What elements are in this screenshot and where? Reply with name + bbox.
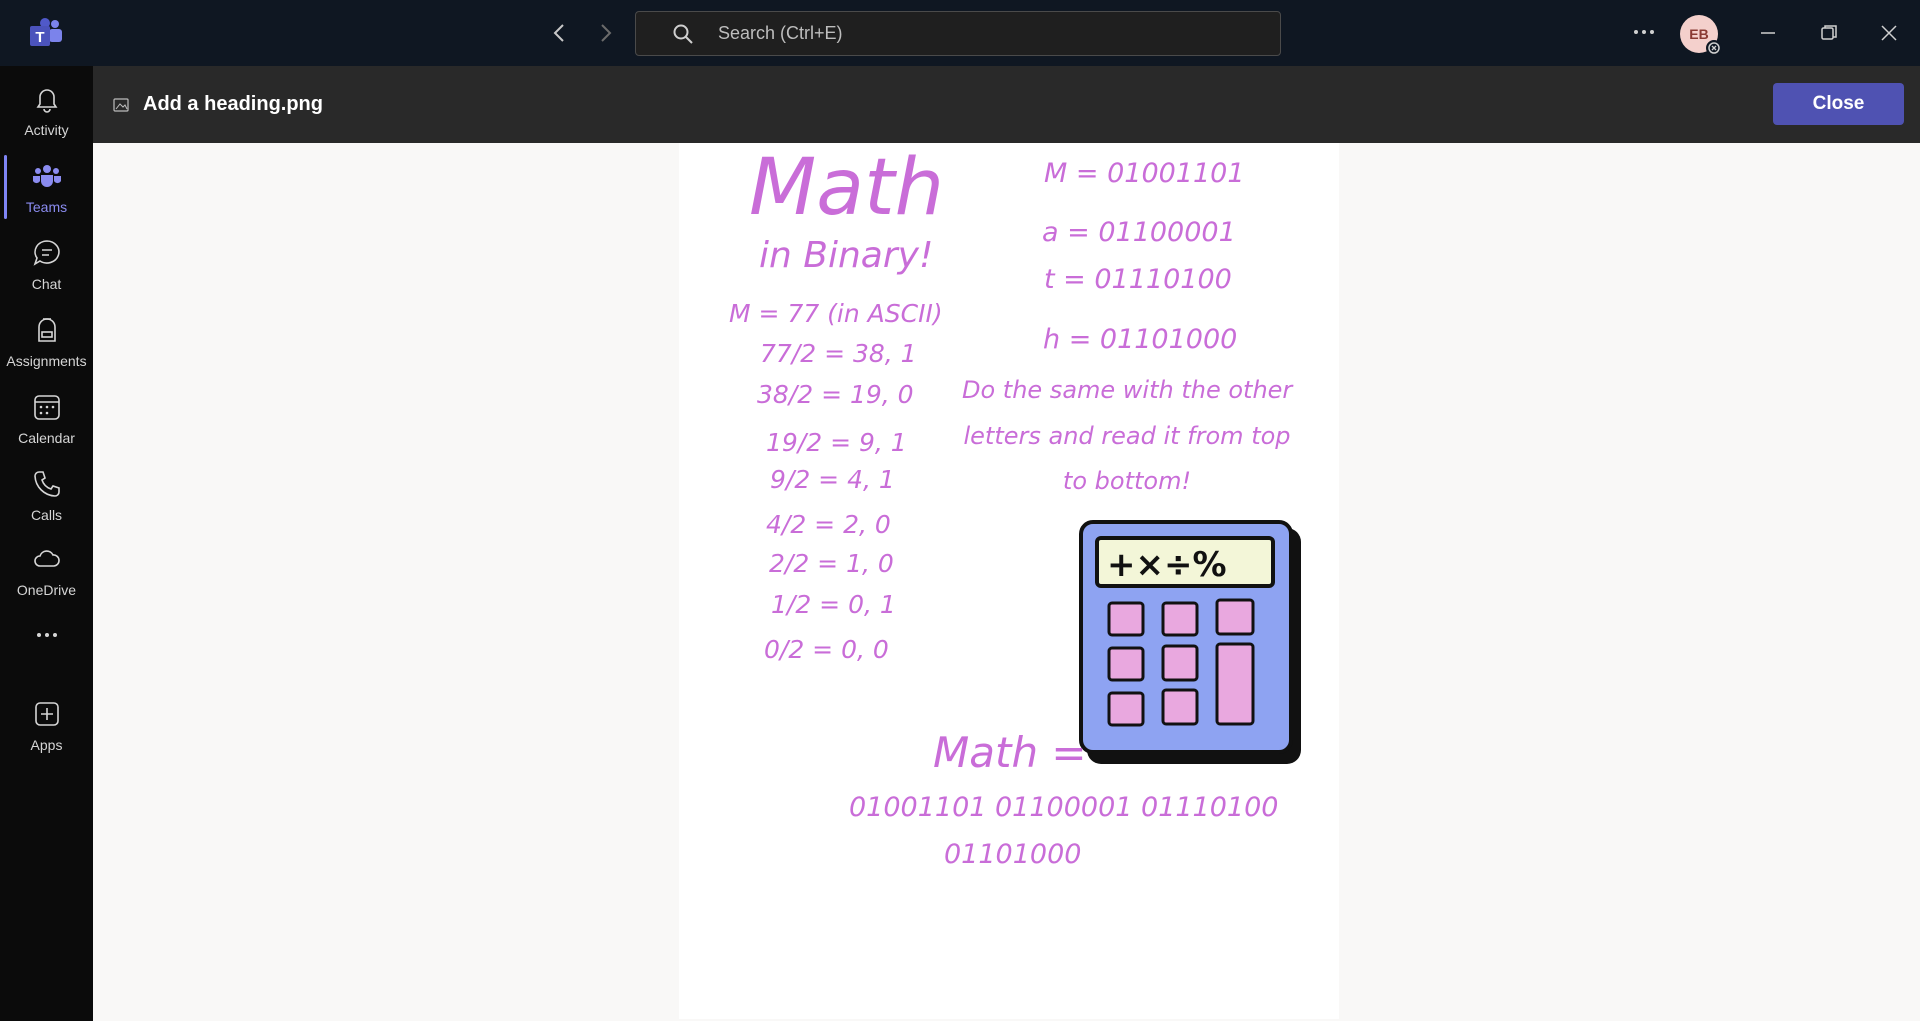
step-line: 1/2 = 0, 1 [771,590,896,619]
file-title: Add a heading.png [143,93,323,115]
app-rail: Activity Teams Chat Assignments Calendar… [0,66,93,1021]
status-offline-icon [1706,40,1722,56]
image-title: Math [749,143,945,233]
instruction-note: Do the same with the other [962,376,1293,404]
rail-item-calls[interactable]: Calls [0,461,93,531]
step-line: 4/2 = 2, 0 [766,510,891,539]
rail-item-more-apps[interactable] [0,611,93,681]
title-bar: T Search (Ctrl+E) EB [0,0,1920,66]
step-line: 38/2 = 19, 0 [757,380,914,409]
more-options-icon[interactable] [1632,16,1656,46]
avatar-initials: EB [1689,26,1709,42]
step-line: 19/2 = 9, 1 [766,428,907,457]
result-binary-line: 01001101 01100001 01110100 [849,792,1279,823]
rail-label-teams: Teams [25,199,68,215]
rail-label-onedrive: OneDrive [16,582,77,598]
letter-binary: h = 01101000 [1043,324,1238,355]
calendar-icon [32,392,62,422]
letter-binary: a = 01100001 [1042,217,1236,248]
calculator-display: +×÷% [1107,545,1227,585]
calculator-illustration: +×÷% [1079,518,1309,768]
more-apps-icon [32,619,62,649]
cloud-icon [32,544,62,574]
phone-icon [32,469,62,499]
letter-binary: t = 01110100 [1044,264,1232,295]
result-binary-line: 01101000 [944,839,1082,870]
back-arrow-icon[interactable] [548,20,572,46]
minimize-icon[interactable] [1753,18,1783,48]
restore-icon[interactable] [1814,18,1844,48]
rail-item-chat[interactable]: Chat [0,230,93,300]
image-file-icon [113,97,129,113]
rail-item-activity[interactable]: Activity [0,76,93,146]
backpack-icon [32,315,62,345]
teams-logo-icon: T [28,17,64,49]
bell-icon [32,84,62,114]
rail-label-apps: Apps [30,737,63,753]
image-subtitle: in Binary! [759,235,934,276]
svg-text:T: T [35,29,44,46]
rail-item-calendar[interactable]: Calendar [0,384,93,454]
rail-item-teams[interactable]: Teams [0,153,93,223]
rail-label-calls: Calls [30,507,63,523]
teams-people-icon [32,161,62,191]
search-placeholder: Search (Ctrl+E) [718,23,843,43]
rail-item-onedrive[interactable]: OneDrive [0,536,93,606]
image-preview-area: Math in Binary! M = 77 (in ASCII) 77/2 =… [93,143,1920,1019]
step-line: 2/2 = 1, 0 [769,549,894,578]
search-input[interactable]: Search (Ctrl+E) [635,11,1281,56]
rail-label-chat: Chat [31,276,62,292]
rail-label-assignments: Assignments [6,353,87,369]
rail-item-assignments[interactable]: Assignments [0,307,93,377]
search-icon [672,23,694,45]
viewer-header: Add a heading.png Close [93,66,1920,143]
rail-label-activity: Activity [24,122,69,138]
close-window-icon[interactable] [1874,18,1904,48]
rail-item-apps[interactable]: Apps [0,691,93,761]
step-line: 0/2 = 0, 0 [764,635,889,664]
letter-binary: M = 01001101 [1044,158,1245,189]
step-line: 9/2 = 4, 1 [770,465,895,494]
close-button[interactable]: Close [1773,83,1904,125]
add-app-icon [32,699,62,729]
forward-arrow-icon[interactable] [593,20,617,46]
chat-bubble-icon [32,238,62,268]
step-line: 77/2 = 38, 1 [760,339,917,368]
image-preview: Math in Binary! M = 77 (in ASCII) 77/2 =… [679,143,1339,1019]
instruction-note: to bottom! [1062,467,1192,495]
result-label: Math = [933,728,1087,777]
file-viewer: Add a heading.png Close Math in Binary! … [93,66,1920,1021]
rail-label-calendar: Calendar [18,430,75,446]
avatar[interactable]: EB [1680,15,1722,56]
step-line: M = 77 (in ASCII) [729,299,943,328]
instruction-note: letters and read it from top [963,422,1291,450]
